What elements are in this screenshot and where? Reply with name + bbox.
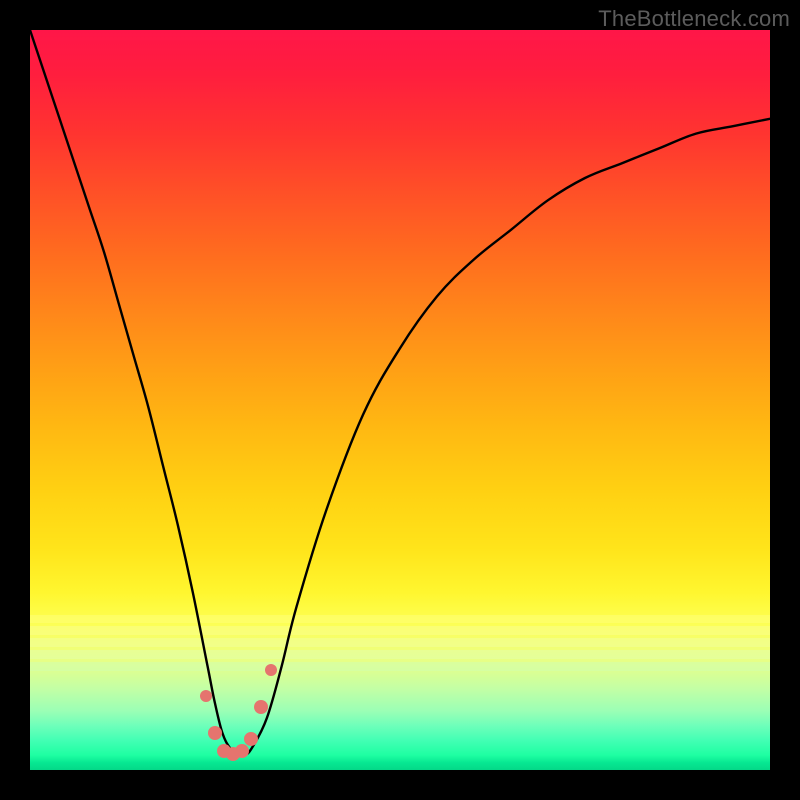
bottleneck-curve-svg [30,30,770,770]
curve-marker [200,690,212,702]
curve-marker [208,726,222,740]
curve-marker [235,744,249,758]
bottleneck-curve-path [30,30,770,756]
chart-frame: TheBottleneck.com [0,0,800,800]
watermark-text: TheBottleneck.com [598,6,790,32]
curve-marker [244,732,258,746]
curve-marker [254,700,268,714]
plot-area [30,30,770,770]
